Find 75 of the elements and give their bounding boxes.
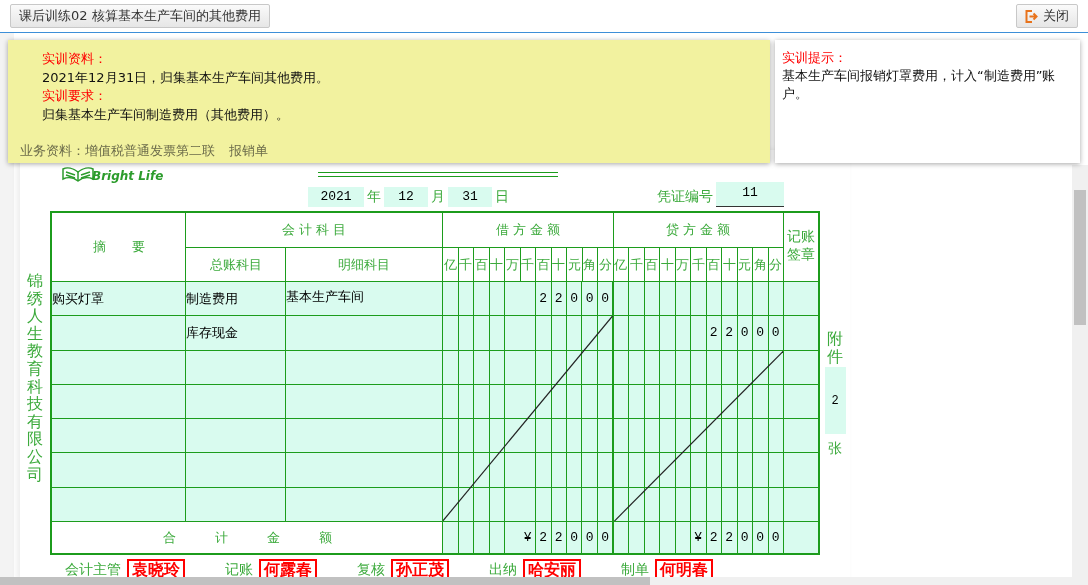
day-label: 日 — [495, 188, 509, 206]
scrollbar-thumb[interactable] — [1074, 190, 1086, 325]
unit-header: 百 — [706, 248, 721, 281]
signature-role: 复核 — [357, 560, 385, 577]
column-header: 总账科目 — [186, 248, 285, 281]
unit-header: 分 — [768, 248, 783, 281]
signature-role: 出纳 — [489, 560, 517, 577]
column-header: 会 计 科 目 — [186, 213, 442, 247]
day-field: 31 — [448, 187, 492, 207]
year-label: 年 — [367, 188, 381, 206]
unit-header: 万 — [505, 248, 520, 281]
column-header: 摘 要 — [52, 213, 185, 281]
table-cell — [784, 419, 818, 453]
table-cell — [784, 282, 818, 316]
column-header: 贷 方 金 额 — [613, 213, 783, 247]
company-name: 锦绣人生教育科技有限公司 — [27, 272, 43, 486]
attachment-label: 附件 — [827, 330, 843, 366]
column-header: 明细科目 — [286, 248, 442, 281]
hint-text: 基本生产车间报销灯罩费用，计入“制造费用”账户。 — [782, 67, 1056, 103]
section-text: 归集基本生产车间制造费用（其他费用）。 — [42, 106, 289, 124]
year-field: 2021 — [308, 187, 364, 207]
voucher-number-label: 凭证编号 — [657, 188, 713, 206]
table-cell — [784, 384, 818, 419]
signature-role: 记账 — [225, 560, 253, 577]
close-button[interactable]: 关闭 — [1016, 4, 1078, 28]
unit-header: 十 — [722, 248, 737, 281]
column-header: 记账签章 — [784, 213, 818, 281]
table-cell — [784, 453, 818, 487]
unit-header: 亿 — [443, 248, 458, 281]
unit-header: 百 — [644, 248, 659, 281]
table-cell — [784, 487, 818, 522]
table-cell: 库存现金 — [186, 316, 285, 350]
unit-header: 亿 — [613, 248, 628, 281]
table-cell: 制造费用 — [186, 282, 285, 316]
unit-header: 角 — [753, 248, 768, 281]
unit-header: 千 — [458, 248, 473, 281]
voucher-number-field: 11 — [716, 181, 784, 207]
unit-header: 百 — [536, 248, 551, 281]
unit-header: 千 — [691, 248, 706, 281]
horizontal-scrollbar[interactable] — [0, 577, 1088, 585]
unit-header: 元 — [737, 248, 752, 281]
attachment-unit: 张 — [828, 440, 842, 459]
unit-header: 百 — [474, 248, 489, 281]
table-cell: 购买灯罩 — [52, 282, 185, 316]
table-cell — [784, 350, 818, 384]
unit-header: 元 — [567, 248, 582, 281]
unit-header: 十 — [489, 248, 504, 281]
total-label: 合 计 金 额 — [52, 522, 442, 554]
unit-header: 万 — [675, 248, 690, 281]
attachment-count: 2 — [824, 367, 846, 435]
unit-header: 十 — [551, 248, 566, 281]
table-cell — [784, 316, 818, 350]
unit-header: 角 — [582, 248, 597, 281]
exit-icon — [1025, 9, 1038, 23]
table-cell: 基本生产车间 — [286, 282, 442, 316]
month-field: 12 — [384, 187, 428, 207]
title-tab[interactable]: 课后训练02 核算基本生产车间的其他费用 — [10, 4, 270, 28]
material-link[interactable]: 增值税普通发票第二联 — [85, 142, 215, 160]
materials-label: 业务资料： — [20, 142, 85, 160]
unit-header: 分 — [598, 248, 613, 281]
signature-role: 会计主管 — [65, 560, 121, 577]
vertical-scrollbar[interactable] — [1072, 165, 1088, 577]
hint-heading: 实训提示： — [782, 49, 847, 67]
section-heading: 实训要求： — [42, 87, 107, 105]
table-cell — [784, 522, 818, 554]
section-heading: 实训资料： — [42, 50, 107, 68]
unit-header: 千 — [520, 248, 535, 281]
section-text: 2021年12月31日，归集基本生产车间其他费用。 — [42, 69, 330, 87]
scrollbar-thumb[interactable] — [0, 577, 650, 585]
column-header: 借 方 金 额 — [443, 213, 613, 247]
month-label: 月 — [431, 188, 445, 206]
material-link[interactable]: 报销单 — [229, 142, 268, 160]
unit-header: 十 — [660, 248, 675, 281]
unit-header: 千 — [629, 248, 644, 281]
signature-role: 制单 — [621, 560, 649, 577]
